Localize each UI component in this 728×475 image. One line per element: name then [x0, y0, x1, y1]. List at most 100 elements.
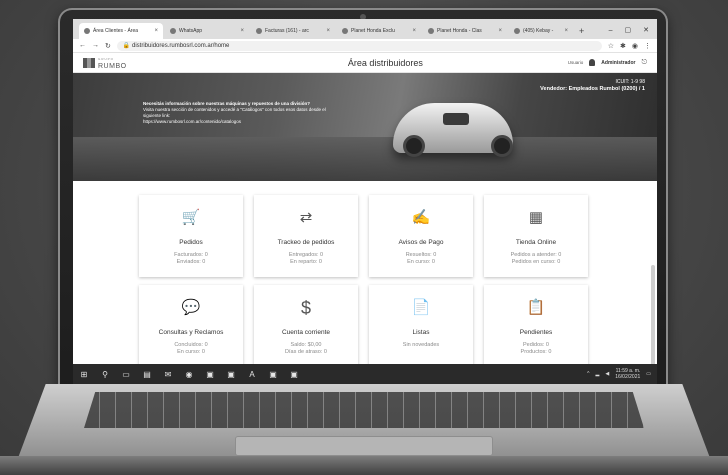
app-icon[interactable]: ▣: [268, 369, 278, 379]
star-icon[interactable]: ☆: [608, 42, 614, 50]
brand-name: RUMBO: [98, 62, 127, 70]
menu-dots-icon[interactable]: ⋮: [644, 42, 651, 50]
card-tienda-online[interactable]: ▦ Tienda Online Pedidos a atender: 0 Pedi…: [484, 195, 588, 277]
new-tab-button[interactable]: +: [575, 23, 588, 39]
volume-icon[interactable]: ◀: [605, 371, 609, 377]
windows-start-icon[interactable]: ⊞: [79, 369, 89, 379]
card-stat: Entregados: 0: [288, 252, 324, 258]
store-icon: ▦: [528, 209, 544, 226]
card-title: Tienda Online: [515, 239, 557, 246]
extension-icon[interactable]: ✱: [620, 42, 626, 50]
tab-favicon-icon: [256, 28, 262, 34]
cart-icon: 🛒: [181, 209, 201, 226]
tab-favicon-icon: [342, 28, 348, 34]
browser-tab[interactable]: Planet Honda - Clas ×: [423, 23, 507, 39]
app-icon[interactable]: ▣: [289, 369, 299, 379]
browser-tab-bar: Área Clientes - Área × WhatsApp × Facturas…: [73, 19, 657, 39]
chrome-icon[interactable]: ◉: [184, 369, 194, 379]
mail-icon[interactable]: ✉: [163, 369, 173, 379]
acrobat-icon[interactable]: A: [247, 369, 257, 379]
app-icon[interactable]: ▣: [205, 369, 215, 379]
close-window-icon[interactable]: ✕: [643, 26, 649, 34]
user-name: Administrador: [601, 59, 636, 66]
message-body: Visita nuestra sección de contenidos y a…: [143, 107, 326, 118]
card-stat: Enviados: 0: [176, 259, 206, 265]
browser-tab[interactable]: Facturas (161) - arc ×: [251, 23, 335, 39]
close-tab-icon[interactable]: ×: [564, 28, 568, 34]
card-stat: Saldo: $0,00: [290, 342, 322, 348]
tab-favicon-icon: [84, 28, 90, 34]
card-stat: Pedidos a atender: 0: [510, 252, 562, 258]
card-stat: Productos: 0: [520, 349, 552, 355]
minimize-icon[interactable]: –: [609, 27, 613, 34]
card-stat: Concluidos: 0: [174, 342, 208, 348]
notifications-icon[interactable]: ▭: [646, 371, 651, 377]
tab-favicon-icon: [514, 28, 520, 34]
card-title: Listas: [412, 329, 430, 336]
search-icon[interactable]: ⚲: [100, 369, 110, 379]
window-controls: – ▢ ✕: [609, 21, 657, 39]
card-trackeo[interactable]: ⇄ Trackeo de pedidos Entregados: 0 En rep…: [254, 195, 358, 277]
url-field[interactable]: 🔒 distribuidores.rumbosrl.com.ar/home: [116, 40, 602, 51]
back-icon[interactable]: ←: [79, 42, 86, 49]
brand-top-text: GRUPO: [98, 56, 115, 61]
catalog-link[interactable]: https://www.rumbosrl.com.ar/contenido/ca…: [143, 119, 241, 124]
vendor-text: Vendedor: Empleados Rumbol (0200) / 1: [540, 86, 645, 92]
card-cuenta-corriente[interactable]: $ Cuenta corriente Saldo: $0,00 Días de a…: [254, 285, 358, 367]
hero-grass: [73, 137, 657, 181]
user-menu[interactable]: Usuario Administrador ⎋: [568, 59, 647, 67]
system-tray: ^ ▂ ◀ 11:59 a. m. 16/02/2021 ▭: [587, 368, 651, 380]
brand-logo[interactable]: GRUPO RUMBO: [83, 56, 203, 70]
card-pendientes[interactable]: 📋 Pendientes Pedidos: 0 Productos: 0: [484, 285, 588, 367]
file-explorer-icon[interactable]: ▤: [142, 369, 152, 379]
card-stat: Facturados: 0: [174, 252, 208, 258]
card-title: Pedidos: [179, 239, 203, 246]
card-stat: Pedidos: 0: [523, 342, 549, 348]
lock-icon: 🔒: [122, 42, 133, 49]
task-view-icon[interactable]: ▭: [121, 369, 131, 379]
card-stat: Sin novedades: [402, 342, 440, 348]
close-tab-icon[interactable]: ×: [240, 28, 244, 34]
app-header: GRUPO RUMBO Área distribuidores Usuario A…: [73, 53, 657, 73]
route-icon: ⇄: [299, 209, 313, 226]
laptop-trackpad: [235, 436, 493, 456]
laptop-keyboard: [84, 392, 644, 428]
card-listas[interactable]: 📄 Listas Sin novedades: [369, 285, 473, 367]
tab-favicon-icon: [170, 28, 176, 34]
dashboard-cards: 🛒 Pedidos Facturados: 0 Enviados: 0 ⇄ Tra…: [73, 195, 657, 384]
maximize-icon[interactable]: ▢: [625, 26, 632, 34]
card-title: Pendientes: [519, 329, 553, 336]
network-icon[interactable]: ▂: [596, 371, 600, 377]
browser-tab[interactable]: Área Clientes - Área ×: [79, 23, 163, 39]
app-icon[interactable]: ▣: [226, 369, 236, 379]
card-avisos-pago[interactable]: ✍ Avisos de Pago Resueltos: 0 En curso: 0: [369, 195, 473, 277]
browser-tab[interactable]: Planet Honda Exclu ×: [337, 23, 421, 39]
list-icon: 📄: [411, 299, 431, 316]
tab-favicon-icon: [428, 28, 434, 34]
card-consultas[interactable]: 💬 Consultas y Reclamos Concluidos: 0 En c…: [139, 285, 243, 367]
browser-tab[interactable]: (405) Kebay - ×: [509, 23, 573, 39]
address-bar: ← → ↻ 🔒 distribuidores.rumbosrl.com.ar/h…: [73, 39, 657, 53]
vendor-info: ICUIT: 1-9 98 Vendedor: Empleados Rumbol…: [540, 79, 645, 93]
card-title: Consultas y Reclamos: [158, 329, 224, 336]
browser-tab[interactable]: WhatsApp ×: [165, 23, 249, 39]
chat-icon: 💬: [181, 299, 201, 316]
close-tab-icon[interactable]: ×: [326, 28, 330, 34]
forward-icon[interactable]: →: [92, 42, 99, 49]
reload-icon[interactable]: ↻: [105, 42, 111, 50]
mower-wheel: [491, 135, 513, 157]
close-tab-icon[interactable]: ×: [412, 28, 416, 34]
cuit-text: ICUIT: 1-9 98: [615, 79, 645, 85]
profile-icon[interactable]: ◉: [632, 42, 638, 50]
payment-icon: ✍: [411, 209, 431, 226]
clock[interactable]: 11:59 a. m. 16/02/2021: [615, 368, 640, 380]
card-pedidos[interactable]: 🛒 Pedidos Facturados: 0 Enviados: 0: [139, 195, 243, 277]
close-tab-icon[interactable]: ×: [154, 28, 158, 34]
close-tab-icon[interactable]: ×: [498, 28, 502, 34]
tray-up-icon[interactable]: ^: [587, 371, 589, 377]
user-icon: [589, 59, 596, 66]
hero-banner: Necesitás información sobre nuestras máq…: [73, 73, 657, 181]
windows-taskbar: ⊞ ⚲ ▭ ▤ ✉ ◉ ▣ ▣ A ▣ ▣ ^ ▂ ◀ 11:59 a. m. 1…: [73, 364, 657, 384]
logout-icon[interactable]: ⎋: [641, 59, 647, 67]
user-label: Usuario: [567, 60, 584, 65]
